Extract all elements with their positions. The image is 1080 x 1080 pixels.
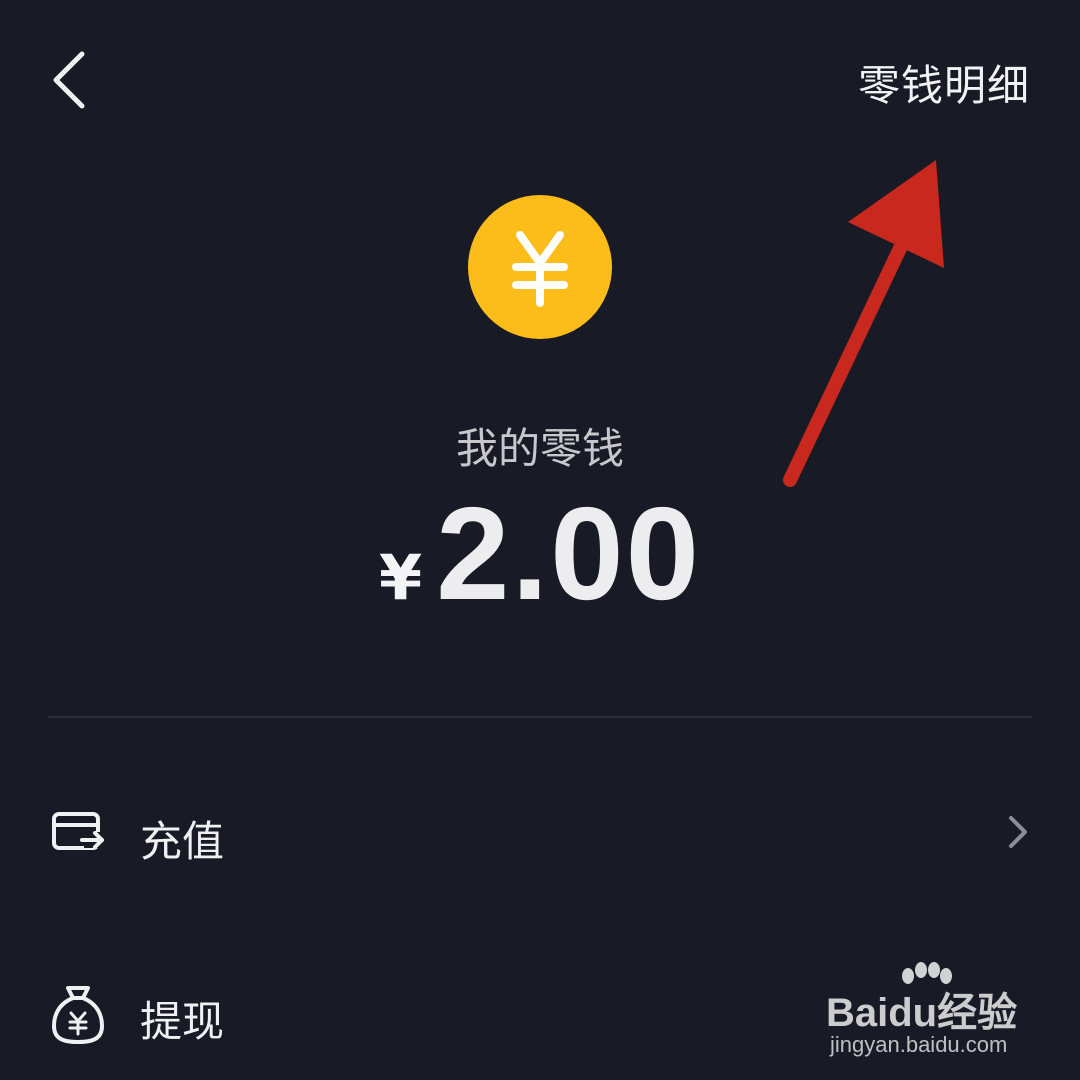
currency-symbol: ¥: [378, 541, 423, 614]
money-bag-icon: [50, 984, 106, 1044]
balance-amount: ¥2.00: [0, 478, 1080, 629]
change-details-link[interactable]: 零钱明细: [858, 52, 1030, 113]
balance-label: 我的零钱: [455, 424, 624, 473]
menu-item-label: 提现: [140, 997, 225, 1046]
back-button[interactable]: [40, 40, 110, 120]
amount-value: 2.00: [436, 480, 702, 627]
yuan-coin-icon: [468, 195, 612, 339]
card-transfer-icon: [50, 804, 106, 860]
menu-item-label: 充值: [140, 817, 225, 866]
menu-item-withdraw[interactable]: 提现: [0, 952, 1080, 1072]
divider: [48, 716, 1032, 718]
chevron-right-icon: [1002, 812, 1032, 852]
menu-item-recharge[interactable]: 充值: [0, 772, 1080, 892]
chevron-left-icon: [53, 51, 85, 109]
